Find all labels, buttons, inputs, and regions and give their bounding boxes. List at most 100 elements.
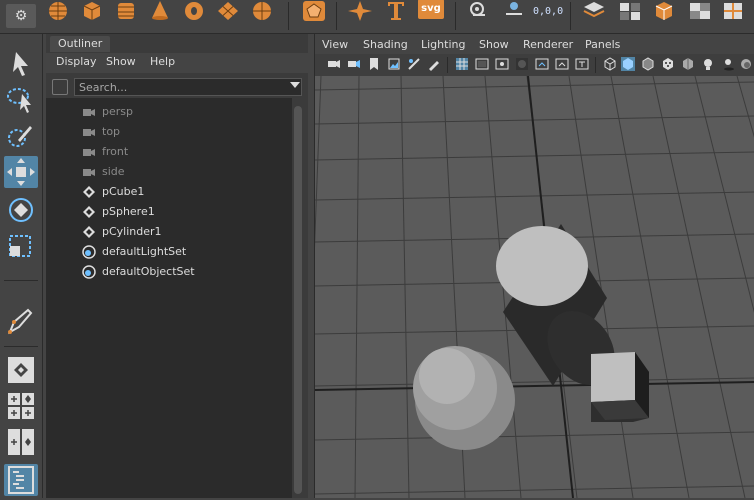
outliner-item-label: pCylinder1	[102, 225, 162, 238]
smooth-shade-icon[interactable]	[621, 57, 635, 71]
sparkle-icon[interactable]	[346, 0, 374, 22]
resolution-gate-icon[interactable]	[495, 57, 509, 71]
viewport-panel: View Shading Lighting Show Renderer Pane…	[314, 34, 754, 498]
poly-cube-icon[interactable]	[78, 0, 106, 22]
grease-pencil-icon[interactable]	[427, 57, 441, 71]
outliner-item-persp[interactable]: persp	[46, 102, 292, 122]
outliner-menu-display[interactable]: Display	[56, 55, 97, 68]
bookmark-icon[interactable]	[367, 57, 381, 71]
outliner-item-label: pSphere1	[102, 205, 155, 218]
outliner-tab[interactable]: Outliner	[50, 36, 111, 52]
viewport-toolbar-separator	[447, 57, 448, 73]
layers-icon[interactable]	[580, 0, 608, 22]
camera-attributes-icon[interactable]	[347, 57, 361, 71]
pivot-icon[interactable]	[500, 0, 528, 22]
outliner-item-label: front	[102, 145, 129, 158]
checker-icon[interactable]	[686, 0, 714, 22]
outliner-item-pcube1[interactable]: pCube1	[46, 182, 292, 202]
outliner-item-label: side	[102, 165, 125, 178]
search-magnifier-icon[interactable]	[464, 0, 492, 22]
outliner-item-label: defaultObjectSet	[102, 265, 195, 278]
center-pivot-label[interactable]: 0,0,0	[533, 6, 563, 17]
move-tool-button[interactable]	[4, 156, 38, 188]
paint-select-tool-icon[interactable]	[4, 120, 38, 152]
use-all-lights-icon[interactable]	[681, 57, 695, 71]
outliner-item-defaultobjectset[interactable]: defaultObjectSet	[46, 262, 292, 282]
shelf-separator	[570, 2, 571, 30]
viewport-menu-show[interactable]: Show	[479, 38, 509, 51]
outliner-item-pcylinder1[interactable]: pCylinder1	[46, 222, 292, 242]
set-icon	[82, 265, 96, 279]
viewport-menu-view[interactable]: View	[322, 38, 348, 51]
poly-platonic-icon[interactable]	[300, 0, 328, 22]
outliner-item-defaultlightset[interactable]: defaultLightSet	[46, 242, 292, 262]
wireframe-icon[interactable]	[603, 57, 617, 71]
outliner-menu-show[interactable]: Show	[106, 55, 136, 68]
poly-sphere-icon[interactable]	[44, 0, 72, 22]
ambient-occlusion-icon[interactable]	[739, 57, 753, 71]
outliner-item-label: top	[102, 125, 121, 138]
lasso-tool-icon[interactable]	[4, 84, 38, 116]
uv-cube-icon[interactable]	[650, 0, 678, 22]
four-view-layout-icon[interactable]	[4, 390, 38, 422]
shelf-separator	[288, 2, 289, 30]
two-view-layout-icon[interactable]	[4, 426, 38, 458]
grid-icon[interactable]	[455, 57, 469, 71]
select-tool-icon[interactable]	[4, 48, 38, 80]
toolbox-divider	[4, 346, 38, 347]
safe-title-icon[interactable]	[575, 57, 589, 71]
field-chart-icon[interactable]	[535, 57, 549, 71]
select-camera-icon[interactable]	[327, 57, 341, 71]
outliner-item-top[interactable]: top	[46, 122, 292, 142]
wireframe-on-shaded-icon[interactable]	[641, 57, 655, 71]
svg-tool-button[interactable]: svg	[418, 0, 444, 19]
cube-object[interactable]	[591, 352, 649, 422]
toolbox-divider	[4, 280, 38, 281]
uv-grid-icon[interactable]	[616, 0, 644, 22]
outliner-scrollbar[interactable]	[294, 106, 302, 494]
search-dropdown-arrow-icon[interactable]	[290, 82, 300, 88]
quick-sketch-tool-icon[interactable]	[4, 306, 38, 338]
poly-disc-icon[interactable]	[248, 0, 276, 22]
rotate-tool-icon[interactable]	[4, 194, 38, 226]
filter-icon[interactable]	[52, 79, 68, 95]
two-d-pan-zoom-icon[interactable]	[407, 57, 421, 71]
textured-icon[interactable]	[661, 57, 675, 71]
shelf-settings-gear-icon[interactable]: ⚙	[6, 4, 36, 28]
scale-tool-icon[interactable]	[4, 230, 38, 262]
poly-torus-icon[interactable]	[180, 0, 208, 22]
poly-cone-icon[interactable]	[146, 0, 174, 22]
single-view-layout-icon[interactable]	[4, 354, 38, 386]
perspective-scene[interactable]	[315, 76, 754, 498]
outliner-item-psphere1[interactable]: pSphere1	[46, 202, 292, 222]
outliner-item-front[interactable]: front	[46, 142, 292, 162]
outliner-menu-bar: Display Show Help	[46, 53, 308, 73]
uv-editor-icon[interactable]	[720, 0, 748, 22]
poly-plane-icon[interactable]	[214, 0, 242, 22]
outliner-layout-icon	[8, 466, 34, 494]
viewport-menu-panels[interactable]: Panels	[585, 38, 620, 51]
outliner-menu-help[interactable]: Help	[150, 55, 175, 68]
light-bulb-icon[interactable]	[701, 57, 715, 71]
viewport-menu-bar: View Shading Lighting Show Renderer Pane…	[315, 36, 754, 54]
viewport-menu-shading[interactable]: Shading	[363, 38, 408, 51]
mesh-icon	[83, 186, 95, 198]
outliner-layout-button[interactable]	[4, 464, 38, 496]
safe-action-icon[interactable]	[555, 57, 569, 71]
outliner-item-label: defaultLightSet	[102, 245, 187, 258]
gate-mask-icon[interactable]	[515, 57, 529, 71]
text-tool-icon[interactable]	[382, 0, 410, 22]
viewport-menu-renderer[interactable]: Renderer	[523, 38, 573, 51]
outliner-item-label: pCube1	[102, 185, 145, 198]
poly-cylinder-icon[interactable]	[112, 0, 140, 22]
shadows-icon[interactable]	[721, 57, 735, 71]
film-gate-icon[interactable]	[475, 57, 489, 71]
viewport-menu-lighting[interactable]: Lighting	[421, 38, 465, 51]
outliner-item-side[interactable]: side	[46, 162, 292, 182]
mesh-icon	[83, 206, 95, 218]
camera-icon	[83, 129, 95, 136]
image-plane-icon[interactable]	[387, 57, 401, 71]
toolbox	[0, 34, 43, 498]
outliner-search-input[interactable]	[74, 78, 302, 96]
shelf-separator	[455, 2, 456, 30]
